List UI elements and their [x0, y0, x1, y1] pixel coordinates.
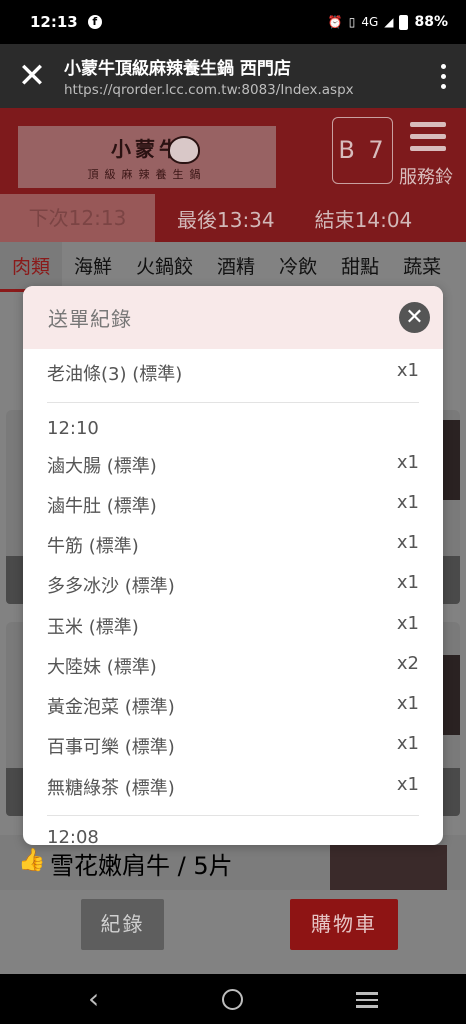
food-image	[443, 655, 460, 735]
record-button[interactable]: 紀錄	[81, 899, 164, 950]
back-icon[interactable]: ‹	[88, 985, 99, 1013]
item-qty: x2	[396, 653, 419, 674]
menu-item-name: 雪花嫩肩牛 / 5片	[50, 852, 233, 880]
item-name: 多多冰沙 (標準)	[47, 576, 175, 597]
item-qty: x1	[396, 452, 419, 473]
item-qty: x1	[396, 532, 419, 553]
list-item: 滷牛肚 (標準) x1	[47, 492, 419, 518]
list-item: 大陸妹 (標準) x2	[47, 653, 419, 679]
end-time: 結束14:04	[314, 207, 413, 232]
order-history-list[interactable]: 老油條(3) (標準) x1 12:10 滷大腸 (標準) x1 滷牛肚 (標準…	[23, 349, 443, 845]
cart-button[interactable]: 購物車	[290, 899, 398, 950]
signal-icon: ◢	[384, 15, 394, 29]
recent-apps-icon[interactable]	[356, 992, 378, 1008]
list-item: 黃金泡菜 (標準) x1	[47, 693, 419, 719]
list-item: 無糖綠茶 (標準) x1	[47, 774, 419, 800]
tab-seafood[interactable]: 海鮮	[62, 242, 124, 292]
kebab-menu-icon[interactable]	[420, 63, 466, 89]
list-item: 玉米 (標準) x1	[47, 613, 419, 639]
item-qty: x1	[396, 492, 419, 513]
page-url: https://qrorder.lcc.com.tw:8083/Index.as…	[64, 82, 354, 98]
item-qty: x1	[396, 360, 419, 381]
battery-icon	[399, 14, 409, 30]
tab-dumplings[interactable]: 火鍋餃	[124, 242, 205, 292]
url-block[interactable]: 小蒙牛頂級麻辣養生鍋 西門店 https://qrorder.lcc.com.t…	[64, 54, 420, 98]
item-name: 百事可樂 (標準)	[47, 737, 175, 758]
item-qty: x1	[396, 572, 419, 593]
menu-item-image	[330, 845, 447, 890]
table-number: B 7	[332, 117, 393, 184]
item-name: 老油條(3) (標準)	[47, 364, 183, 385]
thumbs-up-icon: 👍	[18, 848, 46, 873]
list-item: 老油條(3) (標準) x1	[47, 360, 419, 386]
tab-meat[interactable]: 肉類	[0, 242, 63, 292]
facebook-icon: f	[87, 15, 102, 29]
item-name: 玉米 (標準)	[47, 617, 139, 638]
item-qty: x1	[396, 613, 419, 634]
item-name: 滷大腸 (標準)	[47, 456, 157, 477]
home-icon[interactable]	[222, 989, 243, 1010]
status-bar: 12:13 f ⏰ ▯ 4G ◢ 88%	[0, 0, 466, 44]
food-image	[443, 420, 460, 500]
browser-toolbar: ✕ 小蒙牛頂級麻辣養生鍋 西門店 https://qrorder.lcc.com…	[0, 44, 466, 108]
store-header: 小蒙牛 頂級麻辣養生鍋	[0, 108, 466, 194]
item-name: 無糖綠茶 (標準)	[47, 778, 175, 799]
order-times: 下次12:13 最後13:34 結束14:04	[0, 194, 466, 242]
item-name: 黃金泡菜 (標準)	[47, 697, 175, 718]
system-nav-bar: ‹	[0, 974, 466, 1024]
logo-subtitle: 頂級麻辣養生鍋	[87, 167, 207, 181]
item-qty: x1	[396, 693, 419, 714]
next-order-time: 下次12:13	[0, 194, 155, 242]
tab-desserts[interactable]: 甜點	[329, 242, 391, 292]
item-name: 大陸妹 (標準)	[47, 657, 157, 678]
page-title: 小蒙牛頂級麻辣養生鍋 西門店	[64, 59, 291, 79]
last-order-time: 最後13:34	[177, 207, 275, 232]
item-name: 牛筋 (標準)	[47, 536, 139, 557]
store-logo[interactable]: 小蒙牛 頂級麻辣養生鍋	[18, 126, 276, 188]
vibrate-icon: ▯	[348, 15, 356, 29]
item-qty: x1	[396, 733, 419, 754]
alarm-icon: ⏰	[327, 15, 343, 29]
service-bell-button[interactable]: 服務鈴	[399, 163, 453, 189]
tab-alcohol[interactable]: 酒精	[205, 242, 267, 292]
modal-header: 送單紀錄	[23, 286, 443, 349]
list-item: 多多冰沙 (標準) x1	[47, 572, 419, 598]
order-history-modal: 送單紀錄 ✕ 老油條(3) (標準) x1 12:10 滷大腸 (標準) x1 …	[23, 286, 443, 845]
list-item: 滷大腸 (標準) x1	[47, 452, 419, 478]
group-time: 12:10	[47, 418, 99, 439]
tab-cold-drinks[interactable]: 冷飲	[267, 242, 329, 292]
tab-vegetables[interactable]: 蔬菜	[391, 242, 453, 292]
divider	[47, 402, 419, 403]
status-time: 12:13	[30, 13, 78, 31]
close-icon[interactable]: ✕	[399, 302, 430, 333]
item-qty: x1	[396, 774, 419, 795]
item-name: 滷牛肚 (標準)	[47, 496, 157, 517]
cow-icon	[168, 136, 200, 164]
network-label: 4G	[361, 15, 379, 29]
list-item: 百事可樂 (標準) x1	[47, 733, 419, 759]
modal-title: 送單紀錄	[48, 307, 132, 331]
list-item: 牛筋 (標準) x1	[47, 532, 419, 558]
close-icon[interactable]: ✕	[0, 44, 64, 108]
group-time: 12:08	[47, 827, 99, 845]
divider	[47, 815, 419, 816]
status-indicators: ⏰ ▯ 4G ◢ 88%	[328, 14, 448, 30]
menu-icon[interactable]	[410, 122, 446, 151]
category-tabs: 肉類 海鮮 火鍋餃 酒精 冷飲 甜點 蔬菜	[0, 242, 466, 292]
battery-percent: 88%	[414, 14, 448, 30]
